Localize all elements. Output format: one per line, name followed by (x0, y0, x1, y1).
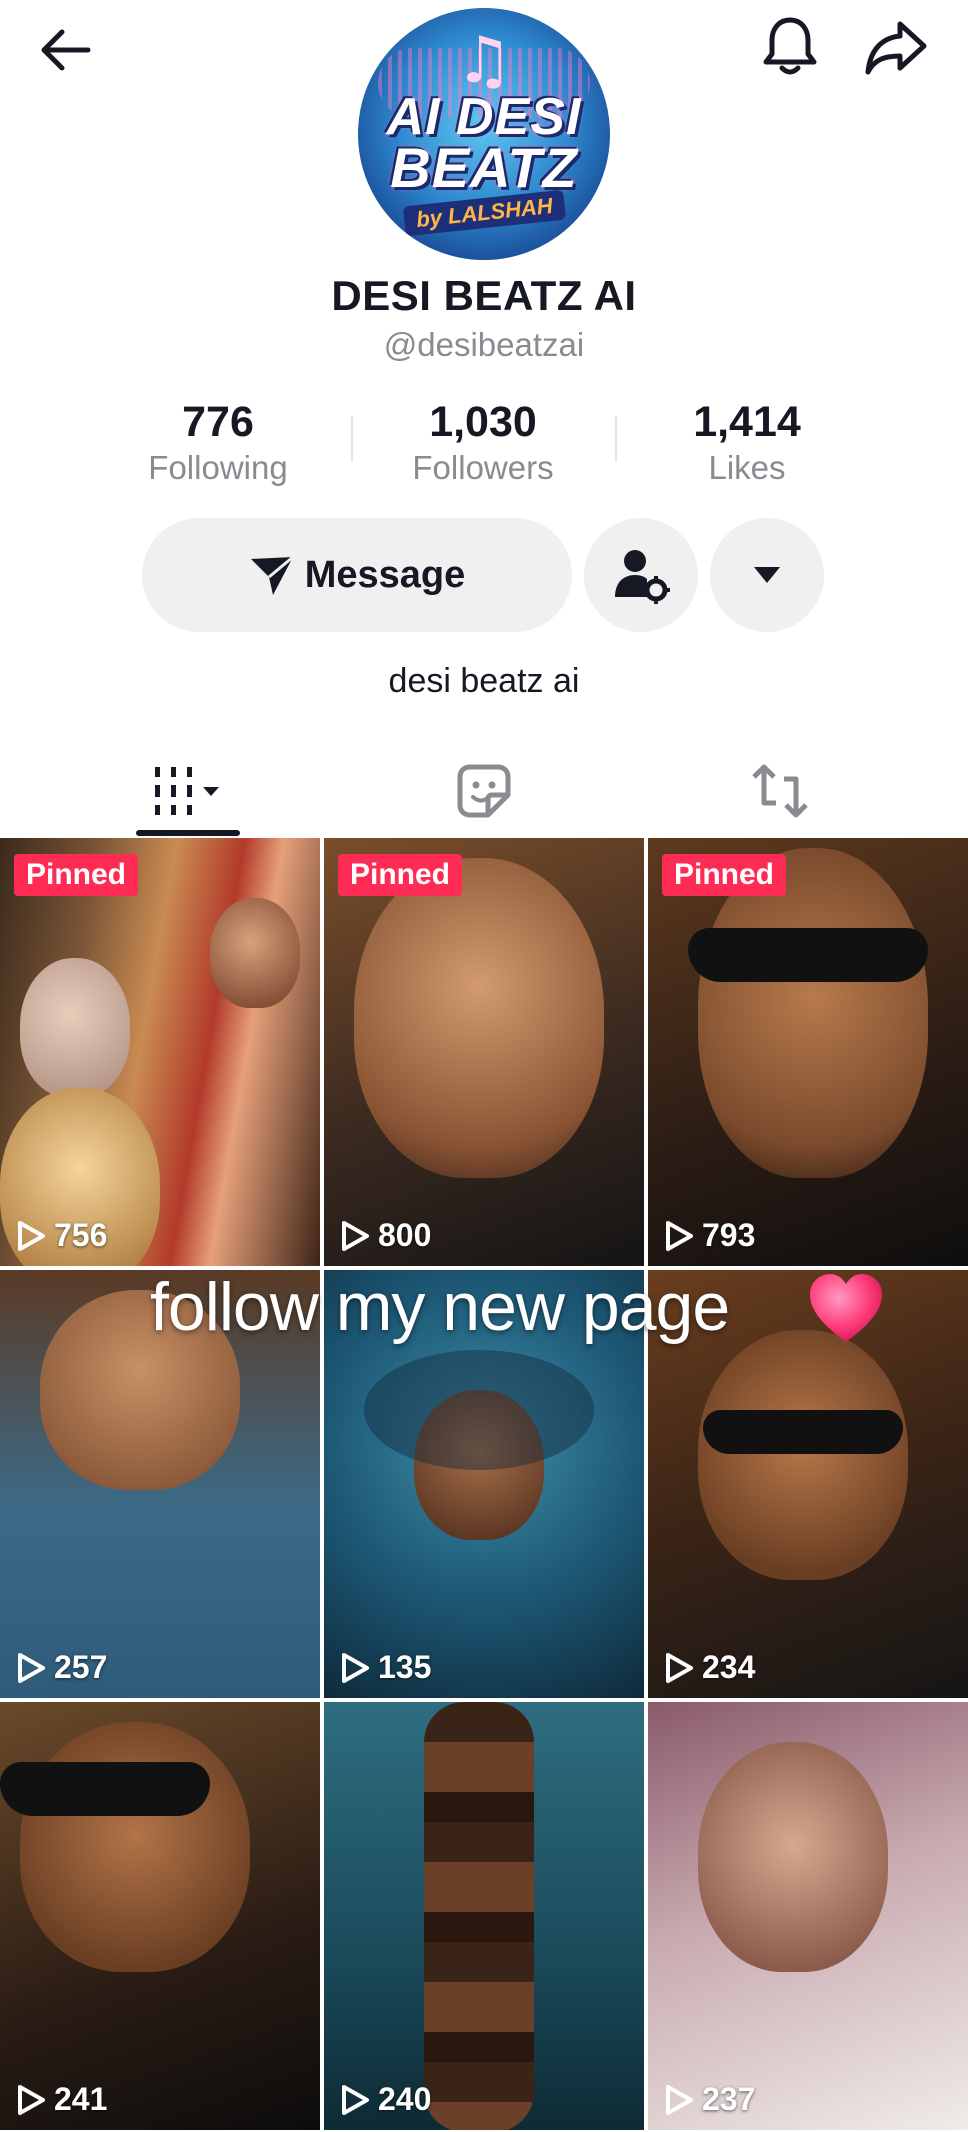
avatar-logo-line2: BEATZ (390, 136, 578, 199)
view-count: 240 (340, 2081, 431, 2118)
videos-grid-icon (155, 767, 219, 815)
stat-value: 1,030 (429, 398, 537, 446)
liked-sticker-icon (457, 764, 511, 818)
view-count-value: 800 (378, 1217, 432, 1253)
overlay-caption: follow my new page (150, 1269, 730, 1345)
view-count: 237 (664, 2081, 755, 2118)
tab-videos[interactable] (27, 745, 349, 837)
music-note-icon: ♫ (455, 24, 513, 98)
stat-label: Likes (708, 449, 786, 486)
play-icon (18, 1652, 45, 1683)
view-count-value: 135 (378, 1649, 432, 1685)
profile-handle: @desibeatzai (383, 326, 585, 363)
play-icon (666, 2084, 693, 2115)
video-thumbnail[interactable]: 241 (0, 1702, 320, 2130)
profile-bio: desi beatz ai (388, 662, 580, 700)
video-grid: Pinned 756 Pinned 800 Pinned 793 257 135… (0, 838, 968, 2132)
play-icon (342, 2084, 369, 2115)
profile-name: DESI BEATZ AI (331, 272, 637, 319)
view-count-value: 234 (702, 1649, 756, 1685)
user-settings-icon (615, 550, 670, 604)
send-icon (250, 555, 294, 595)
caret-down-icon (754, 567, 780, 583)
heart-icon (810, 1274, 882, 1342)
friend-settings-button[interactable] (584, 518, 698, 632)
view-count-value: 793 (702, 1217, 756, 1253)
view-count-value: 756 (54, 1217, 108, 1253)
share-arrow-icon (865, 21, 927, 75)
view-count: 793 (664, 1217, 755, 1254)
view-count: 234 (664, 1649, 755, 1686)
back-arrow-icon (41, 29, 91, 71)
pinned-badge: Pinned (14, 854, 139, 896)
share-button[interactable] (856, 8, 936, 88)
play-icon (342, 1652, 369, 1683)
play-icon (666, 1220, 693, 1251)
view-count: 241 (16, 2081, 107, 2118)
play-icon (666, 1652, 693, 1683)
play-icon (342, 1220, 369, 1251)
view-count-value: 241 (54, 2081, 108, 2117)
active-tab-indicator (136, 830, 240, 836)
stat-divider (351, 416, 353, 462)
bell-icon (763, 17, 817, 75)
video-thumbnail[interactable]: 237 (648, 1702, 968, 2130)
message-label: Message (304, 553, 466, 596)
avatar-logo-line1: AI DESI (386, 88, 582, 146)
notification-button[interactable] (752, 8, 828, 84)
message-button[interactable]: Message (142, 518, 572, 632)
video-thumbnail[interactable]: 240 (324, 1702, 644, 2130)
more-options-button[interactable] (710, 518, 824, 632)
video-thumbnail[interactable]: Pinned 793 (648, 838, 968, 1266)
stat-divider (615, 416, 617, 462)
pinned-badge: Pinned (662, 854, 787, 896)
stat-following[interactable]: 776 Following (118, 398, 318, 487)
stat-likes[interactable]: 1,414 Likes (647, 398, 847, 487)
stat-value: 1,414 (693, 398, 801, 446)
view-count-value: 237 (702, 2081, 756, 2117)
video-thumbnail[interactable]: Pinned 756 (0, 838, 320, 1266)
profile-stats: 776 Following 1,030 Followers 1,414 Like… (0, 398, 968, 498)
stat-value: 776 (182, 398, 254, 446)
profile-tabs (0, 745, 968, 837)
repost-icon (752, 764, 808, 818)
profile-avatar[interactable]: ♫ AI DESI BEATZ by LALSHAH (358, 8, 610, 260)
tab-reposts[interactable] (619, 745, 941, 837)
stat-label: Followers (412, 449, 554, 486)
play-icon (18, 2084, 45, 2115)
back-button[interactable] (28, 12, 104, 88)
stat-followers[interactable]: 1,030 Followers (383, 398, 583, 487)
view-count: 257 (16, 1649, 107, 1686)
view-count: 135 (340, 1649, 431, 1686)
view-count: 800 (340, 1217, 431, 1254)
tab-liked[interactable] (323, 745, 645, 837)
pinned-badge: Pinned (338, 854, 463, 896)
stat-label: Following (148, 449, 288, 486)
video-thumbnail[interactable]: Pinned 800 (324, 838, 644, 1266)
view-count-value: 257 (54, 1649, 108, 1685)
play-icon (18, 1220, 45, 1251)
view-count: 756 (16, 1217, 107, 1254)
view-count-value: 240 (378, 2081, 432, 2117)
